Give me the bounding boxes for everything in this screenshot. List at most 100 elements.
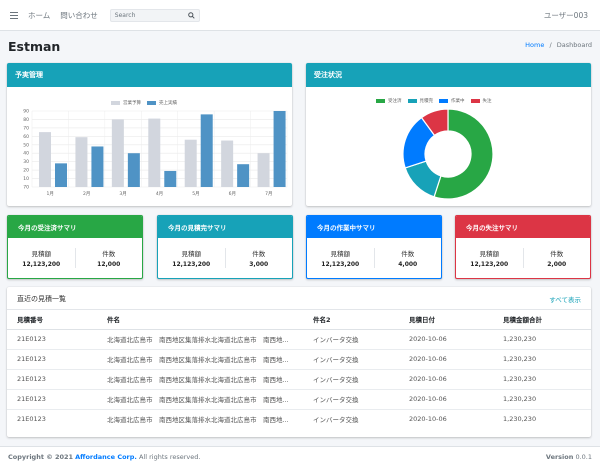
summary-count-value: 2,000 (547, 261, 567, 268)
y-tick-label: 70 (23, 185, 29, 191)
search-box (109, 8, 200, 22)
summary-amount-value: 12,123,200 (470, 261, 509, 268)
cell-total: 1,230,230 (493, 348, 591, 369)
cell-subject: 北海道北広島市 南西地区集落排水北海道北広島市 南西地... (97, 368, 303, 389)
y-tick-label: 70 (23, 125, 29, 131)
cell-total: 1,230,230 (493, 328, 591, 349)
y-tick-label: 10 (23, 176, 29, 182)
bar-actual[interactable] (55, 163, 67, 187)
summary-count-value: 12,000 (97, 261, 121, 268)
cell-subject2: インバータ交換 (303, 388, 399, 409)
table-row[interactable]: 21E0123 北海道北広島市 南西地区集落排水北海道北広島市 南西地... イ… (7, 348, 591, 369)
cell-date: 2020-10-06 (399, 348, 493, 369)
y-tick-label: 40 (23, 151, 29, 157)
bar-actual[interactable] (200, 114, 213, 187)
summary-card-working: 今月の作業中サマリ 見積額 12,123,200 件数 4,000 (306, 215, 442, 279)
cell-date: 2020-10-06 (399, 328, 493, 349)
y-tick-label: 20 (23, 168, 29, 174)
recent-estimates-title: 直近の見積一覧 (17, 295, 66, 303)
menu-icon[interactable] (10, 11, 18, 19)
bar-chart: 70 10 20 30 40 50 60 70 80 90 1月 2月 3月 4月 5月 6月 7月 (23, 109, 288, 197)
breadcrumb: Home / Dashboard (525, 41, 592, 49)
content-header: Estman Home / Dashboard (0, 31, 600, 61)
budget-card: 予実管理 営業予算 売上実績 70 10 20 30 40 50 60 70 80 90 1月 2月 3… (7, 63, 292, 206)
nav-contact-link[interactable]: 問い合わせ (60, 10, 98, 21)
recent-estimates-card: 直近の見積一覧 すべて表示 見積番号 件名 件名2 見積日付 見積金額合計 21… (7, 287, 591, 437)
summary-card-quoted: 今月の見積完サマリ 見積額 12,123,200 件数 3,000 (157, 215, 293, 279)
bar-budget[interactable] (148, 118, 161, 187)
summary-amount-label: 見積額 (330, 250, 351, 258)
top-navbar: ホーム 問い合わせ ユーザー003 (0, 0, 600, 31)
summary-header-working: 今月の作業中サマリ (307, 216, 441, 238)
column-header-subject: 件名 (97, 310, 303, 330)
y-tick-label: 50 (23, 142, 29, 148)
cell-subject: 北海道北広島市 南西地区集落排水北海道北広島市 南西地... (97, 388, 303, 409)
bar-budget[interactable] (75, 137, 88, 187)
bar-budget[interactable] (257, 153, 270, 187)
x-tick-label: 5月 (192, 191, 199, 197)
summary-header-quoted: 今月の見積完サマリ (158, 216, 292, 238)
search-icon[interactable] (187, 11, 195, 19)
summary-count-value: 4,000 (398, 261, 418, 268)
cell-total: 1,230,230 (493, 408, 591, 429)
cell-subject: 北海道北広島市 南西地区集落排水北海道北広島市 南西地... (97, 328, 303, 349)
show-all-link[interactable]: すべて表示 (549, 294, 581, 304)
table-row[interactable]: 21E0123 北海道北広島市 南西地区集落排水北海道北広島市 南西地... イ… (7, 328, 591, 349)
x-tick-label: 7月 (265, 191, 272, 197)
bar-budget[interactable] (184, 139, 197, 187)
version-info: Version 0.0.1 (546, 453, 592, 461)
y-tick-label: 60 (23, 134, 29, 140)
cell-subject2: インバータ交換 (303, 408, 399, 429)
cell-subject2: インバータ交換 (303, 328, 399, 349)
bar-actual[interactable] (164, 170, 177, 187)
bar-actual[interactable] (237, 164, 250, 187)
user-menu[interactable]: ユーザー003 (544, 10, 588, 21)
table-row[interactable]: 21E0123 北海道北広島市 南西地区集落排水北海道北広島市 南西地... イ… (7, 368, 591, 389)
x-tick-label: 2月 (83, 191, 90, 197)
cell-date: 2020-10-06 (399, 388, 493, 409)
y-tick-label: 90 (23, 109, 29, 115)
bar-actual[interactable] (91, 146, 104, 187)
summary-count-label: 件数 (550, 250, 564, 258)
column-header-total: 見積金額合計 (493, 310, 591, 330)
summary-count-label: 件数 (102, 250, 116, 258)
cell-estimate-no: 21E0123 (7, 348, 97, 369)
cell-estimate-no: 21E0123 (7, 328, 97, 349)
summary-amount-label: 見積額 (479, 250, 500, 258)
column-header-estimate-no: 見積番号 (7, 310, 97, 330)
footer: Copyright © 2021 Affordance Corp. All ri… (0, 446, 600, 467)
cell-estimate-no: 21E0123 (7, 388, 97, 409)
cell-date: 2020-10-06 (399, 368, 493, 389)
breadcrumb-home-link[interactable]: Home (525, 41, 544, 49)
table-row[interactable]: 21E0123 北海道北広島市 南西地区集落排水北海道北広島市 南西地... イ… (7, 388, 591, 409)
summary-count-label: 件数 (252, 250, 266, 258)
search-input[interactable] (114, 11, 185, 19)
copyright-text: Copyright © 2021 (8, 453, 74, 461)
bar-budget[interactable] (221, 140, 234, 187)
summary-header-ordered: 今月の受注済サマリ (8, 216, 142, 238)
table-header-row: 見積番号 件名 件名2 見積日付 見積金額合計 (7, 310, 591, 330)
x-tick-label: 4月 (156, 191, 163, 197)
cell-subject2: インバータ交換 (303, 348, 399, 369)
rights-text: All rights reserved. (138, 453, 201, 461)
cell-subject: 北海道北広島市 南西地区集落排水北海道北広島市 南西地... (97, 408, 303, 429)
summary-card-lost: 今月の失注サマリ 見積額 12,123,200 件数 2,000 (455, 215, 591, 279)
summary-header-lost: 今月の失注サマリ (456, 216, 590, 238)
recent-estimates-header: 直近の見積一覧 すべて表示 (7, 287, 591, 310)
bar-budget[interactable] (111, 119, 124, 187)
cell-date: 2020-10-06 (399, 408, 493, 429)
cell-estimate-no: 21E0123 (7, 408, 97, 429)
bar-actual[interactable] (273, 111, 286, 187)
company-link[interactable]: Affordance Corp. (75, 453, 137, 461)
summary-count-value: 3,000 (249, 261, 269, 268)
cell-total: 1,230,230 (493, 368, 591, 389)
cell-subject: 北海道北広島市 南西地区集落排水北海道北広島市 南西地... (97, 348, 303, 369)
bar-budget[interactable] (39, 132, 51, 187)
breadcrumb-separator: / (549, 41, 552, 49)
cell-subject2: インバータ交換 (303, 368, 399, 389)
table-row[interactable]: 21E0123 北海道北広島市 南西地区集落排水北海道北広島市 南西地... イ… (7, 408, 591, 429)
bar-actual[interactable] (127, 153, 140, 187)
column-header-subject2: 件名2 (303, 310, 399, 330)
summary-count-label: 件数 (401, 250, 415, 258)
nav-home-link[interactable]: ホーム (28, 10, 50, 21)
